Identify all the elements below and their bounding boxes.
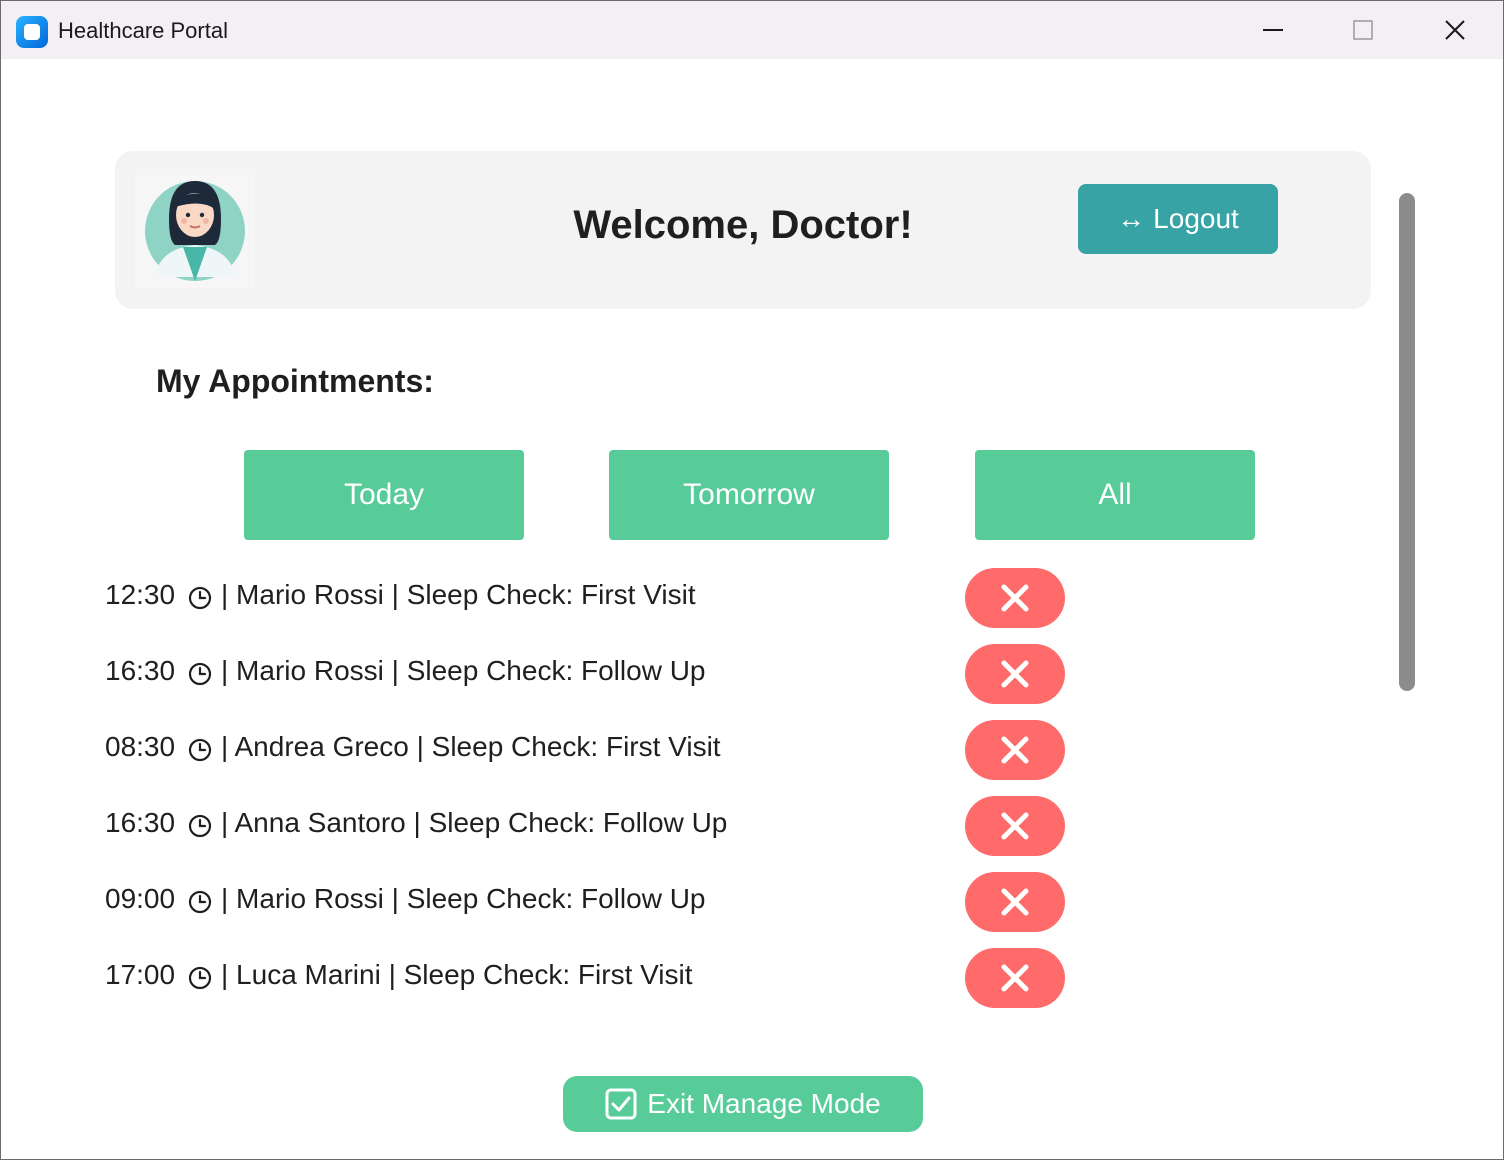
filter-today-button[interactable]: Today xyxy=(244,450,524,540)
title-bar: Healthcare Portal xyxy=(1,1,1503,59)
close-icon xyxy=(1445,20,1465,40)
appointment-details: | Mario Rossi | Sleep Check: Follow Up xyxy=(221,655,706,686)
appointment-row: 17:00 | Luca Marini | Sleep Check: First … xyxy=(105,948,1065,1008)
close-x-icon xyxy=(1001,812,1029,840)
logout-label: Logout xyxy=(1153,203,1239,234)
header-card: Welcome, Doctor! ↔ Logout xyxy=(115,151,1371,309)
scrollbar[interactable] xyxy=(1399,193,1415,691)
appointment-row: 12:30 | Mario Rossi | Sleep Check: First … xyxy=(105,568,1065,628)
appointment-time: 12:30 xyxy=(105,579,176,610)
appointment-row: 08:30 | Andrea Greco | Sleep Check: First… xyxy=(105,720,1065,780)
delete-appointment-button[interactable] xyxy=(965,796,1065,856)
app-logo-icon xyxy=(16,16,48,48)
minimize-button[interactable] xyxy=(1227,1,1319,59)
close-x-icon xyxy=(1001,964,1029,992)
clock-icon xyxy=(188,966,212,990)
appointment-details: | Mario Rossi | Sleep Check: Follow Up xyxy=(221,883,706,914)
appointment-time: 16:30 xyxy=(105,655,176,686)
appointment-details: | Andrea Greco | Sleep Check: First Visi… xyxy=(221,731,721,762)
clock-icon xyxy=(188,814,212,838)
appointment-time: 09:00 xyxy=(105,883,176,914)
delete-appointment-button[interactable] xyxy=(965,720,1065,780)
appointments-title: My Appointments: xyxy=(156,363,434,399)
delete-appointment-button[interactable] xyxy=(965,872,1065,932)
filter-all-button[interactable]: All xyxy=(975,450,1255,540)
logout-button[interactable]: ↔ Logout xyxy=(1078,184,1278,254)
app-window: Healthcare Portal Welcome, Doctor! ↔ Log… xyxy=(0,0,1504,1160)
delete-appointment-button[interactable] xyxy=(965,948,1065,1008)
filter-tomorrow-button[interactable]: Tomorrow xyxy=(609,450,889,540)
exit-manage-mode-button[interactable]: Exit Manage Mode xyxy=(563,1076,923,1132)
clock-icon xyxy=(188,890,212,914)
window-title: Healthcare Portal xyxy=(58,18,228,43)
checkbox-icon xyxy=(605,1088,637,1120)
appointment-time: 16:30 xyxy=(105,807,176,838)
close-x-icon xyxy=(1001,736,1029,764)
delete-appointment-button[interactable] xyxy=(965,568,1065,628)
appointment-row: 16:30 | Anna Santoro | Sleep Check: Follo… xyxy=(105,796,1065,856)
close-x-icon xyxy=(1001,888,1029,916)
appointment-details: | Mario Rossi | Sleep Check: First Visit xyxy=(221,579,696,610)
appointment-details: | Anna Santoro | Sleep Check: Follow Up xyxy=(221,807,728,838)
close-x-icon xyxy=(1001,660,1029,688)
exit-manage-mode-label: Exit Manage Mode xyxy=(647,1088,881,1119)
appointment-details: | Luca Marini | Sleep Check: First Visit xyxy=(221,959,693,990)
clock-icon xyxy=(188,738,212,762)
close-x-icon xyxy=(1001,584,1029,612)
maximize-button[interactable] xyxy=(1317,1,1409,59)
appointment-time: 17:00 xyxy=(105,959,176,990)
logout-arrow-icon: ↔ xyxy=(1117,203,1146,234)
appointment-row: 16:30 | Mario Rossi | Sleep Check: Follow… xyxy=(105,644,1065,704)
clock-icon xyxy=(188,662,212,686)
maximize-icon xyxy=(1353,20,1373,40)
appointment-time: 08:30 xyxy=(105,731,176,762)
close-window-button[interactable] xyxy=(1409,1,1501,59)
clock-icon xyxy=(188,586,212,610)
appointment-row: 09:00 | Mario Rossi | Sleep Check: Follow… xyxy=(105,872,1065,932)
delete-appointment-button[interactable] xyxy=(965,644,1065,704)
minimize-icon xyxy=(1263,29,1283,31)
